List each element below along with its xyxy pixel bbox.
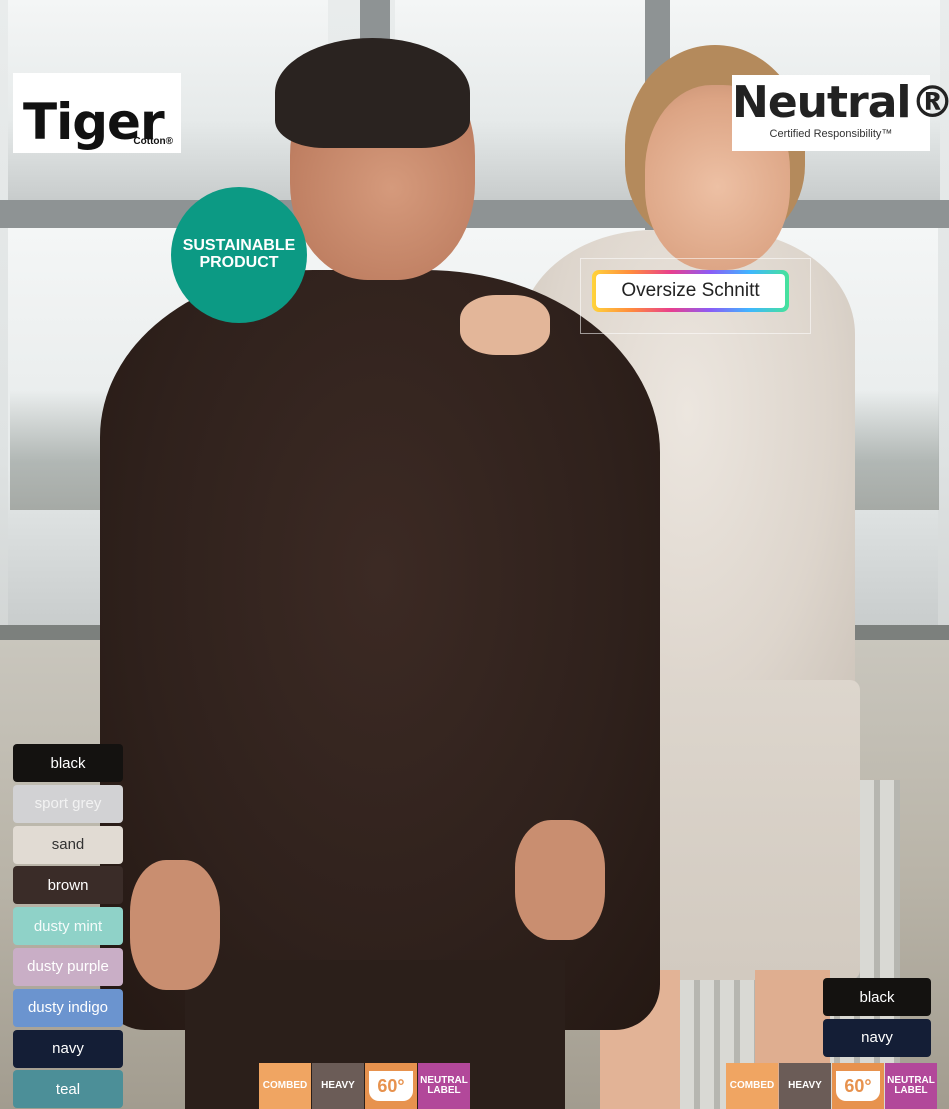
tiger-logo-sub: Cotton®	[133, 136, 173, 147]
color-swatch[interactable]: black	[13, 744, 123, 782]
heavy-icon: HEAVY	[779, 1063, 831, 1109]
fit-label: Oversize Schnitt	[592, 270, 789, 312]
color-swatch[interactable]: sand	[13, 825, 123, 864]
neutral-label-icon: NEUTRAL LABEL	[418, 1063, 470, 1109]
feature-icons-right: COMBED HEAVY 60° NEUTRAL LABEL	[726, 1063, 937, 1109]
fit-label-text: Oversize Schnitt	[596, 274, 785, 308]
color-swatch[interactable]: teal	[13, 1070, 123, 1109]
color-swatch[interactable]: navy	[823, 1018, 931, 1057]
man-hair	[275, 38, 470, 148]
color-swatch[interactable]: sport grey	[13, 784, 123, 823]
woman-hand	[460, 295, 550, 355]
window-frame	[0, 200, 949, 228]
combed-icon: COMBED	[726, 1063, 778, 1109]
neutral-logo: Neutral® Certified Responsibility™	[732, 75, 949, 151]
combed-icon: COMBED	[259, 1063, 311, 1109]
neutral-logo-sub: Certified Responsibility™	[769, 128, 893, 140]
man-hand	[515, 820, 605, 940]
color-swatch[interactable]: dusty mint	[13, 907, 123, 946]
color-swatch[interactable]: dusty indigo	[13, 988, 123, 1027]
man-hand	[130, 860, 220, 990]
feature-icons-left: COMBED HEAVY 60° NEUTRAL LABEL	[259, 1063, 470, 1109]
neutral-label-icon: NEUTRAL LABEL	[885, 1063, 937, 1109]
product-photo	[0, 0, 949, 1109]
color-swatches-right: black navy	[823, 978, 931, 1060]
wash-60-icon: 60°	[832, 1063, 884, 1109]
color-swatch[interactable]: brown	[13, 866, 123, 905]
badge-line-1: SUSTAINABLE	[182, 237, 296, 255]
badge-line-2: PRODUCT	[199, 254, 279, 271]
tiger-cotton-logo: Tiger Cotton®	[13, 73, 181, 153]
color-swatch[interactable]: black	[823, 978, 931, 1016]
color-swatch[interactable]: dusty purple	[13, 947, 123, 986]
sustainable-product-badge: SUSTAINABLE PRODUCT	[171, 187, 307, 323]
heavy-icon: HEAVY	[312, 1063, 364, 1109]
neutral-logo-word: Neutral®	[732, 77, 949, 128]
color-swatch[interactable]: navy	[13, 1029, 123, 1068]
wash-60-icon: 60°	[365, 1063, 417, 1109]
color-swatches-left: black sport grey sand brown dusty mint dusty …	[13, 744, 123, 1109]
